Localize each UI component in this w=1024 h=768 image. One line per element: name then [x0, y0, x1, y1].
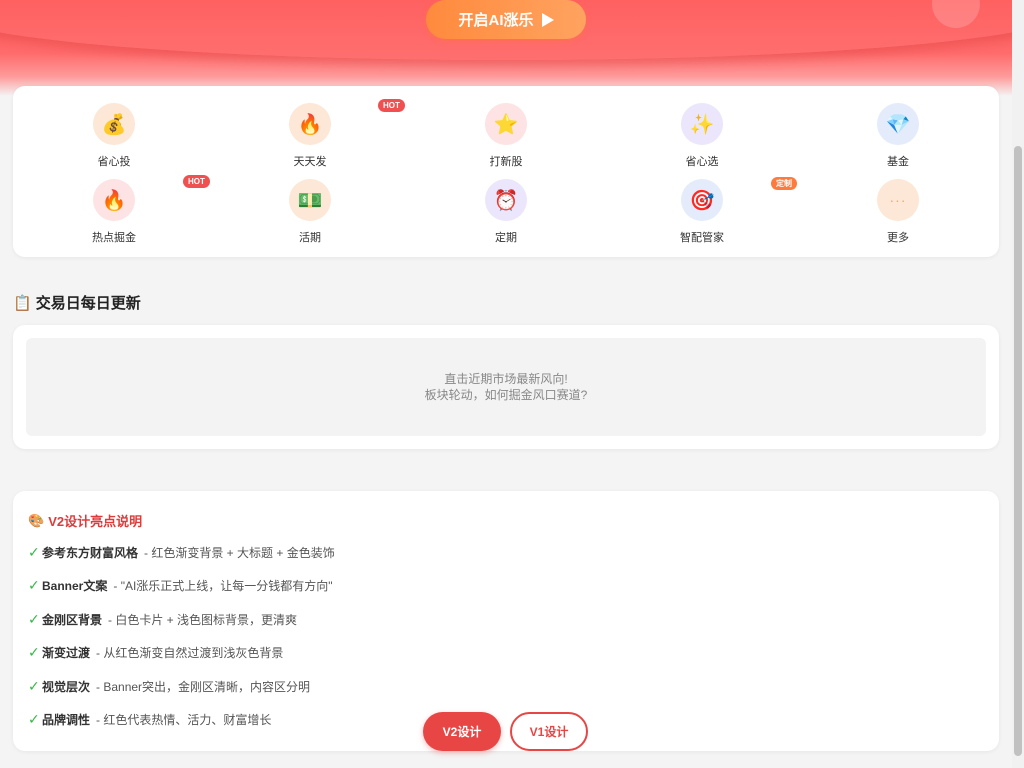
note-item: ✓ 金刚区背景 - 白色卡片 + 浅色图标背景，更清爽	[28, 611, 297, 628]
palette-icon: 🎨	[28, 512, 45, 528]
note-key: 品牌调性	[42, 713, 91, 727]
start-ai-label: 开启AI涨乐	[458, 12, 534, 29]
check-icon: ✓	[28, 644, 40, 660]
kingkong-item[interactable]: 🔥 热点掘金	[74, 179, 154, 245]
hot-badge: HOT	[183, 175, 210, 188]
note-desc: - "AI涨乐正式上线，让每一分钱都有方向"	[113, 579, 333, 593]
daily-section-title: 📋 交易日每日更新	[13, 292, 141, 313]
kingkong-item[interactable]: ⭐ 打新股	[466, 103, 546, 169]
kingkong-item[interactable]: 💵 活期	[270, 179, 350, 245]
kingkong-item[interactable]: ✨ 省心选	[662, 103, 742, 169]
daily-update-card[interactable]: 直击近期市场最新风向! 板块轮动，如何掘金风口赛道?	[13, 325, 999, 449]
design-notes-card: 🎨 V2设计亮点说明 ✓ 参考东方财富风格 - 红色渐变背景 + 大标题 + 金色装…	[13, 491, 999, 751]
check-icon: ✓	[28, 577, 40, 593]
kingkong-label: 更多	[887, 232, 909, 244]
custom-badge: 定制	[771, 177, 797, 190]
note-desc: - 红色代表热情、活力、财富增长	[96, 713, 272, 727]
notes-title: 🎨 V2设计亮点说明	[28, 511, 142, 530]
target-icon: 🎯	[681, 179, 723, 221]
hero-banner: 开启AI涨乐	[0, 0, 1012, 96]
note-desc: - 从红色渐变自然过渡到浅灰色背景	[96, 646, 284, 660]
note-key: 金刚区背景	[42, 613, 103, 627]
daily-line-2: 板块轮动，如何掘金风口赛道?	[424, 388, 588, 402]
note-desc: - Banner突出，金刚区清晰，内容区分明	[96, 680, 311, 694]
scrollbar-thumb[interactable]	[1014, 146, 1022, 756]
note-desc: - 红色渐变背景 + 大标题 + 金色装饰	[144, 546, 335, 560]
note-key: 参考东方财富风格	[42, 546, 139, 560]
note-item: ✓ 参考东方财富风格 - 红色渐变背景 + 大标题 + 金色装饰	[28, 544, 335, 561]
star-icon: ⭐	[485, 103, 527, 145]
kingkong-item[interactable]: ⏰ 定期	[466, 179, 546, 245]
kingkong-item[interactable]: ··· 更多	[858, 179, 938, 245]
kingkong-label: 省心选	[685, 156, 719, 168]
clipboard-icon: 📋	[13, 294, 32, 312]
check-icon: ✓	[28, 711, 40, 727]
v1-design-button[interactable]: V1设计	[510, 712, 588, 751]
kingkong-label: 省心投	[97, 156, 131, 168]
note-key: Banner文案	[42, 579, 108, 593]
check-icon: ✓	[28, 678, 40, 694]
kingkong-grid: 💰 省心投 🔥 天天发 HOT ⭐ 打新股 ✨ 省心选 💎 基金 🔥 热点掘金 HOT 💵 活期 ⏰ 定期 🎯 智配管…	[13, 86, 999, 257]
hot-badge: HOT	[378, 99, 405, 112]
kingkong-label: 活期	[299, 232, 321, 244]
play-icon	[541, 12, 554, 27]
kingkong-label: 定期	[495, 232, 517, 244]
note-item: ✓ 品牌调性 - 红色代表热情、活力、财富增长	[28, 711, 271, 728]
alarm-clock-icon: ⏰	[485, 179, 527, 221]
kingkong-item[interactable]: 💎 基金	[858, 103, 938, 169]
daily-title-text: 交易日每日更新	[35, 295, 141, 312]
note-item: ✓ Banner文案 - "AI涨乐正式上线，让每一分钱都有方向"	[28, 577, 333, 594]
notes-title-text: V2设计亮点说明	[48, 514, 143, 529]
kingkong-item[interactable]: 🎯 智配管家	[662, 179, 742, 245]
fire-icon: 🔥	[93, 179, 135, 221]
kingkong-label: 热点掘金	[92, 232, 136, 244]
kingkong-label: 打新股	[489, 156, 523, 168]
note-key: 视觉层次	[42, 680, 91, 694]
kingkong-label: 天天发	[293, 156, 327, 168]
scrollbar[interactable]	[1012, 0, 1024, 768]
kingkong-label: 基金	[887, 156, 909, 168]
v2-design-button[interactable]: V2设计	[423, 712, 501, 751]
note-desc: - 白色卡片 + 浅色图标背景，更清爽	[108, 613, 298, 627]
cash-icon: 💵	[289, 179, 331, 221]
fire-icon: 🔥	[289, 103, 331, 145]
page: 开启AI涨乐 💰 省心投 🔥 天天发 HOT ⭐ 打新股 ✨ 省心选 💎 基金 🔥 热点掘金 HOT 💵 活期…	[0, 0, 1012, 768]
sparkles-icon: ✨	[681, 103, 723, 145]
kingkong-item[interactable]: 💰 省心投	[74, 103, 154, 169]
daily-update-content: 直击近期市场最新风向! 板块轮动，如何掘金风口赛道?	[26, 338, 986, 436]
note-item: ✓ 视觉层次 - Banner突出，金刚区清晰，内容区分明	[28, 678, 310, 695]
start-ai-button[interactable]: 开启AI涨乐	[426, 0, 586, 39]
note-key: 渐变过渡	[42, 646, 91, 660]
diamond-icon: 💎	[877, 103, 919, 145]
kingkong-item[interactable]: 🔥 天天发	[270, 103, 350, 169]
daily-line-1: 直击近期市场最新风向!	[444, 372, 568, 386]
more-dots-icon: ···	[877, 179, 919, 221]
money-bag-icon: 💰	[93, 103, 135, 145]
note-item: ✓ 渐变过渡 - 从红色渐变自然过渡到浅灰色背景	[28, 644, 283, 661]
check-icon: ✓	[28, 544, 40, 560]
kingkong-label: 智配管家	[680, 232, 724, 244]
check-icon: ✓	[28, 611, 40, 627]
